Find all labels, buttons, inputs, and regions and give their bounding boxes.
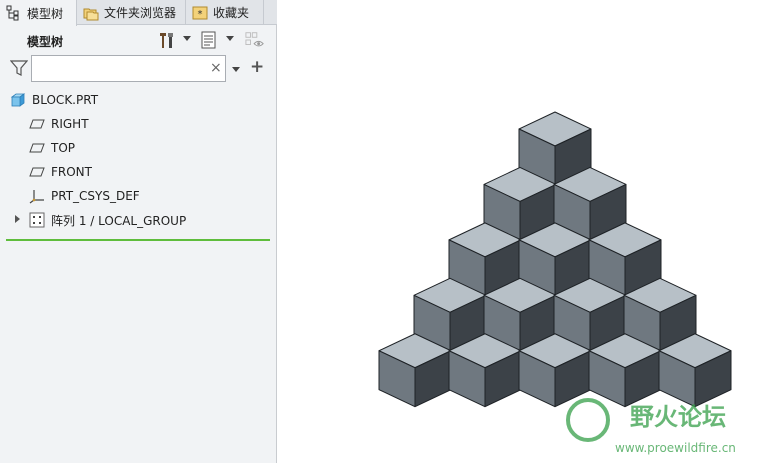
pattern-icon [29, 212, 45, 228]
tab-folder-browser[interactable]: 文件夹浏览器 [77, 0, 186, 25]
watermark-url: www.proewildfire.cn [615, 441, 736, 455]
panel-title: 模型树 [27, 35, 64, 49]
tab-model-tree-label: 模型树 [27, 6, 64, 21]
list-icon [201, 31, 216, 49]
tree-item-front[interactable]: FRONT [29, 161, 92, 183]
model-tree-icon [6, 5, 22, 21]
preview-eye-icon [245, 32, 264, 47]
tree-item-label: RIGHT [51, 117, 89, 131]
tree-search-input[interactable] [31, 55, 226, 82]
tab-folder-browser-label: 文件夹浏览器 [104, 6, 177, 20]
tools-icon [160, 33, 173, 48]
part-icon [10, 92, 26, 108]
tree-item-label: FRONT [51, 165, 92, 179]
datum-plane-icon [29, 164, 45, 180]
tab-model-tree[interactable]: 模型树 [0, 0, 77, 26]
settings-dropdown-caret[interactable] [183, 36, 191, 41]
preview-toggle-button[interactable] [245, 30, 265, 50]
svg-text:*: * [198, 9, 203, 20]
tab-favorites[interactable]: * 收藏夹 [186, 0, 264, 25]
panel-tabs: 模型树 文件夹浏览器 * 收藏夹 [0, 0, 277, 26]
tree-item-label: PRT_CSYS_DEF [51, 189, 140, 203]
datum-plane-icon [29, 140, 45, 156]
show-dropdown-caret[interactable] [226, 36, 234, 41]
tab-favorites-label: 收藏夹 [213, 6, 250, 20]
tree-item-label: 阵列 1 / LOCAL_GROUP [51, 213, 187, 228]
cube-pyramid-model[interactable]: 野火论坛 www.proewildfire.cn [277, 0, 774, 463]
tree-root-item[interactable]: BLOCK.PRT [10, 89, 98, 111]
model-tree-panel: 模型树 文件夹浏览器 * 收藏夹 模型树 × + BLOCK.PRT RIGHT… [0, 0, 277, 463]
favorites-icon: * [192, 5, 208, 21]
tree-item-label: TOP [51, 141, 76, 155]
coordinate-system-icon [29, 188, 45, 204]
filter-icon[interactable] [9, 59, 29, 80]
watermark-flame-icon [566, 398, 610, 442]
datum-plane-icon [29, 116, 45, 132]
settings-tools-button[interactable] [156, 30, 176, 50]
graphics-area[interactable]: 野火论坛 www.proewildfire.cn [277, 0, 774, 463]
expand-pattern-chevron[interactable] [15, 215, 20, 223]
search-dropdown-caret[interactable] [232, 67, 240, 72]
tree-item-pattern[interactable]: 阵列 1 / LOCAL_GROUP [29, 209, 186, 231]
tree-item-top[interactable]: TOP [29, 137, 75, 159]
insert-here-indicator[interactable] [6, 239, 270, 241]
tree-item-csys[interactable]: PRT_CSYS_DEF [29, 185, 140, 207]
watermark-name: 野火论坛 [630, 403, 726, 431]
add-filter-button[interactable]: + [250, 57, 264, 77]
tree-toolbar: 模型树 [0, 25, 276, 55]
show-options-button[interactable] [199, 30, 219, 50]
tree-item-right[interactable]: RIGHT [29, 113, 89, 135]
search-row: × + [0, 55, 276, 85]
tree-root-label: BLOCK.PRT [32, 93, 99, 107]
folder-icon [83, 5, 99, 21]
clear-search-icon[interactable]: × [210, 60, 222, 76]
watermark-logo: 野火论坛 www.proewildfire.cn [566, 398, 736, 455]
